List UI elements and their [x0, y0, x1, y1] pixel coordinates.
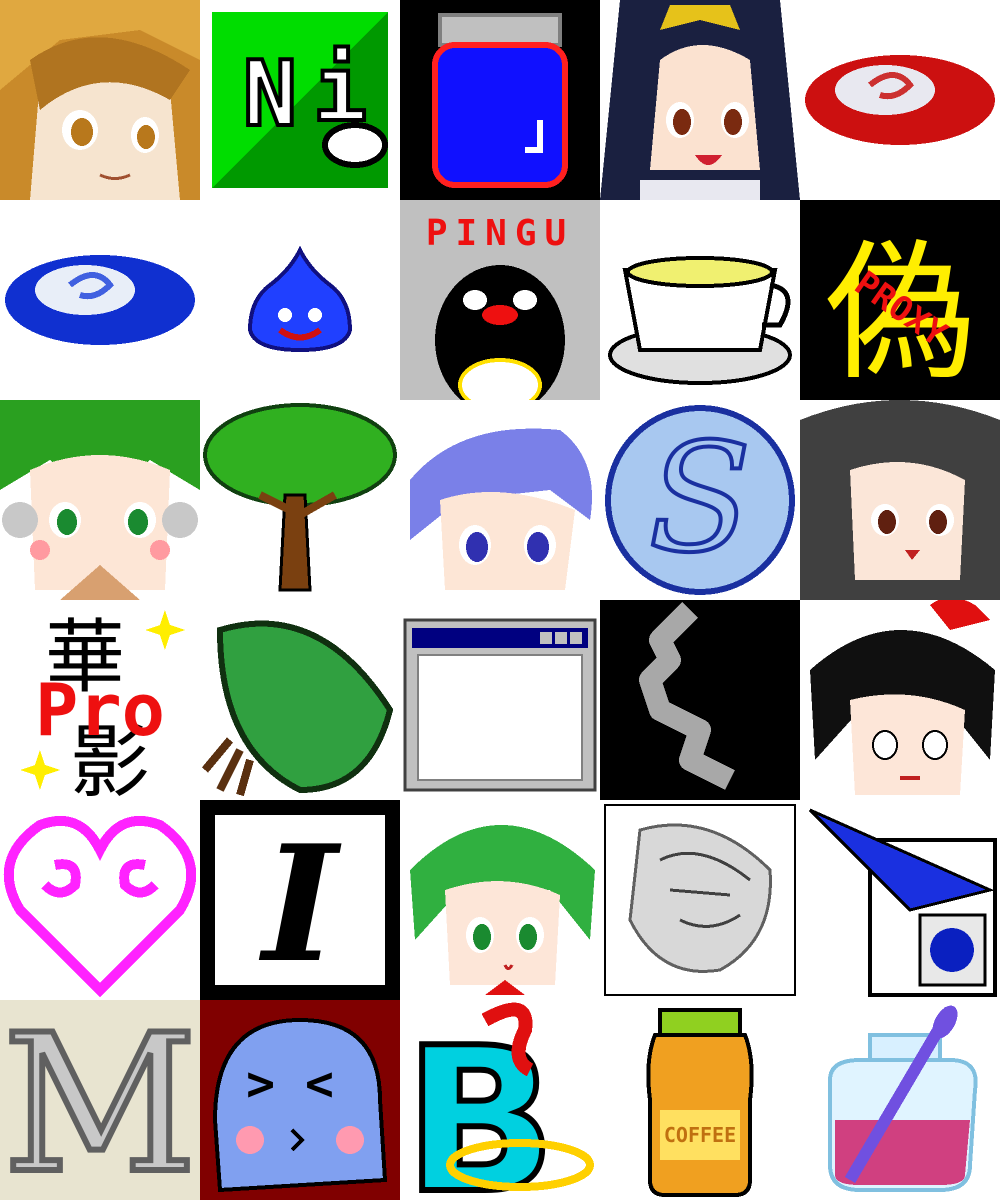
blue-plate-icon[interactable] — [0, 200, 200, 400]
silver-m-letter-icon[interactable]: M — [0, 1000, 200, 1200]
kanji-pro-logo-icon[interactable]: 華 影 Pro — [0, 600, 200, 800]
anime-boy-blue-hair-icon[interactable] — [400, 400, 600, 600]
s-letter: S — [649, 412, 752, 586]
coffee-bottle-icon[interactable]: COFFEE — [600, 1000, 800, 1200]
tea-cup-icon[interactable] — [600, 200, 800, 400]
blue-ghost-face-icon[interactable]: >< — [200, 1000, 400, 1200]
pro-text: Pro — [35, 668, 165, 752]
kanji-proxy-icon[interactable]: 偽 PROXY — [800, 200, 1000, 400]
blue-ink-jar-icon[interactable] — [400, 0, 600, 200]
green-tree-icon[interactable] — [200, 400, 400, 600]
anime-girl-red-ribbon-icon[interactable] — [800, 600, 1000, 800]
sketch-portrait-icon[interactable] — [600, 800, 800, 1000]
italic-i-letter-icon[interactable]: I — [200, 800, 400, 1000]
ni-n-letter: N — [243, 42, 297, 147]
blue-folder-document-icon[interactable] — [800, 800, 1000, 1000]
blue-slime-icon[interactable] — [200, 200, 400, 400]
green-leaf-icon[interactable] — [200, 600, 400, 800]
gray-smoke-icon[interactable] — [600, 600, 800, 800]
i-letter: I — [259, 810, 342, 998]
letter-s-circle-icon[interactable]: S — [600, 400, 800, 600]
anime-girl-green-hair-red-ribbon-icon[interactable] — [400, 800, 600, 1000]
icon-grid: N i PINGU 偽 PROXY S 華 影 Pro I M >< B COF… — [0, 0, 1000, 1200]
window-frame-icon[interactable] — [400, 600, 600, 800]
coffee-label: COFFEE — [664, 1123, 736, 1147]
letter-b-snake-icon[interactable]: B — [400, 1000, 600, 1200]
jam-jar-spoon-icon[interactable] — [800, 1000, 1000, 1200]
anime-girl-gray-hair-icon[interactable] — [800, 400, 1000, 600]
red-plate-icon[interactable] — [800, 0, 1000, 200]
anime-girl-green-hair-icon[interactable] — [0, 400, 200, 600]
ni-letters-icon[interactable]: N i — [200, 0, 400, 200]
ghost-eyes: >< — [246, 1056, 364, 1112]
pink-heart-spiral-icon[interactable] — [0, 800, 200, 1000]
pingu-penguin-icon[interactable]: PINGU — [400, 200, 600, 400]
anime-girl-black-hair-bow-icon[interactable] — [600, 0, 800, 200]
b-letter: B — [404, 1005, 556, 1200]
anime-girl-brown-hair-icon[interactable] — [0, 0, 200, 200]
pingu-label: PINGU — [426, 213, 574, 254]
m-letter: M — [3, 1000, 198, 1200]
